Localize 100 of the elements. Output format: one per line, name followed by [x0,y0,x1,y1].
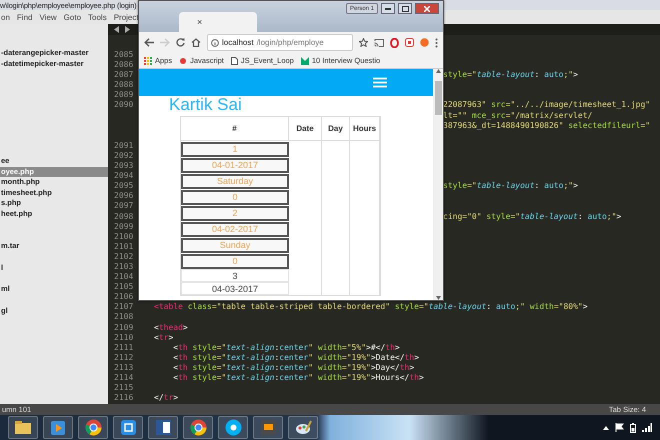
line-number: 2093 [113,161,134,172]
line-number: 2113 [113,362,134,373]
bookmark-star-button[interactable] [359,38,368,47]
menu-item[interactable]: Project [114,12,139,22]
taskbar-button[interactable] [183,416,213,439]
line-number: 2097 [113,201,134,212]
close-button[interactable] [415,3,439,14]
line-number: 2092 [113,150,134,162]
line-number: 2101 [113,242,134,252]
address-bar[interactable]: localhost /login/php/employe [207,34,353,51]
folder-icon [14,420,32,435]
menu-item[interactable]: Goto [64,12,82,22]
browser-icon [190,419,206,436]
column-header: Date [289,117,322,141]
code-line: <th style="text-align:center" width="19%">Date</th> [172,352,420,363]
cast-button[interactable] [374,38,384,46]
taskbar-button[interactable] [78,416,108,439]
taskbar-button[interactable] [43,416,73,439]
flag-icon [615,423,624,432]
line-number: 2100 [113,232,134,242]
line-number: 2088 [113,80,134,90]
maximize-button[interactable] [398,3,412,14]
circle-logo-icon [420,38,429,47]
browser-tab[interactable]: × [179,12,257,32]
extension-button[interactable] [405,38,414,47]
code-line: <thead> [154,322,188,333]
address-path: /login/php/employe [256,38,324,47]
hamburger-button[interactable] [373,77,387,88]
line-number: 2085 [113,50,134,60]
taskbar-button[interactable] [288,416,318,439]
signal-icon [642,423,652,432]
line-number: 2099 [113,222,134,232]
line-number: 2090 [113,100,134,111]
line-number: 2115 [113,383,134,394]
code-line: <th style="text-align:center" width="19%">Day</th> [172,362,414,373]
line-number: 2108 [113,312,134,323]
menu-item[interactable]: Tools [88,12,107,22]
table-cell: 2 [181,206,289,220]
line-number: 2109 [113,322,134,333]
code-line: 22087963" src="../../image/timesheet_1.jpg" [443,100,650,111]
extension-button[interactable] [390,38,399,48]
back-arrow-icon [144,38,154,47]
menu-icon [435,38,438,48]
close-icon [424,6,430,12]
code-line: lt="" mce_src="/matrix/servlet/ [443,110,592,121]
play-icon [50,420,66,436]
line-number: 2110 [113,332,134,343]
table-cell: Sunday [181,238,289,252]
line-number: 2102 [113,252,134,262]
line-number: 2104 [113,272,134,282]
taskbar-button[interactable] [218,416,248,439]
taskbar-button[interactable] [8,416,38,439]
line-number: 2112 [113,352,134,363]
scrollbar[interactable] [433,69,443,300]
line-number: 2091 [113,140,134,151]
tab-scroll-arrows-icon [114,26,130,33]
menu-item[interactable]: Find [16,12,32,22]
code-line: 387963&_dt=1488490190826" selectedfileurl=" [443,120,650,131]
taskbar-button[interactable] [148,416,178,439]
minimize-button[interactable] [381,3,395,14]
cast-icon [374,38,384,46]
back-button[interactable] [144,38,154,47]
page-icon [230,56,238,64]
maximize-icon [402,6,408,12]
line-number: 2094 [113,171,134,182]
column-header: # [181,117,289,141]
menu-button[interactable] [435,38,438,48]
table-cell: 0 [181,254,289,268]
browser-icon [84,419,102,436]
document-icon [154,419,172,436]
table-cell: 04-03-2017 [181,282,289,295]
line-number: 2089 [113,90,134,100]
tab-close-button[interactable]: × [197,17,202,27]
menu-item[interactable]: View [39,12,57,22]
table-cell: Saturday [181,174,289,188]
square-icon [405,38,414,47]
scrollbar-thumb[interactable] [434,81,442,115]
extension-button[interactable] [420,38,429,47]
line-number: 2116 [113,393,134,404]
editor-icon [260,419,276,436]
code-line: <th style="text-align:center" width="19%">Hours</th> [172,373,424,384]
menu-item[interactable]: on [1,12,10,22]
capture-icon [120,419,136,436]
taskbar-button[interactable] [113,416,143,439]
forward-arrow-icon [160,38,170,47]
taskbar-button[interactable] [253,416,283,439]
line-number: 2086 [113,60,134,70]
scroll-down-icon [436,296,440,300]
table-cell: 0 [181,190,289,204]
ring-icon [390,38,399,48]
code-line: style="table-layout: auto;"> [443,181,578,192]
line-number: 2105 [113,282,134,292]
info-icon [211,38,219,46]
chat-icon [224,419,242,436]
home-button[interactable] [191,38,201,47]
tray-arrow-icon [603,426,609,430]
table-cell: 1 [181,142,289,156]
reload-button[interactable] [176,38,185,47]
line-number: 2114 [113,373,134,384]
bug-icon [179,56,188,64]
